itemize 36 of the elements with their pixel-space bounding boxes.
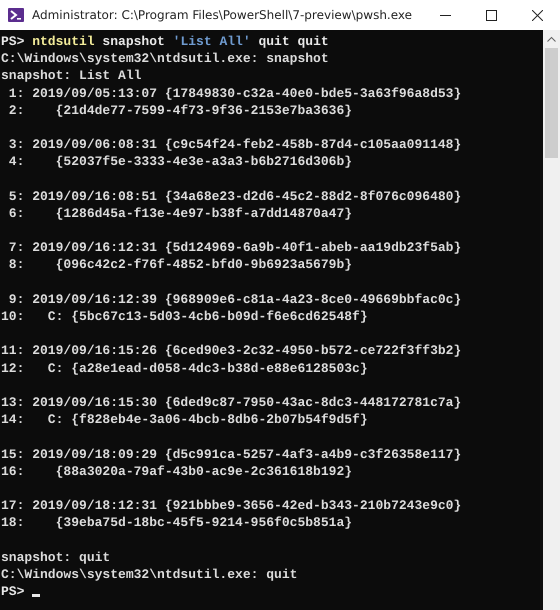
console-line: 13: 2019/09/16:15:30 {6ded9c87-7950-43ac-8dc3-448172781c7a} bbox=[1, 394, 462, 412]
console-line: snapshot: List All bbox=[1, 67, 142, 85]
app-icon bbox=[8, 7, 24, 23]
window-title: Administrator: C:\Program Files\PowerShell\7-preview\pwsh.exe bbox=[32, 7, 414, 24]
console-line: 10: C: {5bc67c13-5d03-4cb6-b09d-f6e6cd62548f} bbox=[1, 308, 368, 326]
string-argument: 'List All' bbox=[172, 33, 251, 50]
argument-text: quit bbox=[297, 33, 329, 50]
console-line: 12: C: {a28e1ead-d058-4dc3-b38d-e88e6128503c} bbox=[1, 360, 368, 377]
console-line: 16: {88a3020a-79af-43b0-ac9e-2c361618b192} bbox=[1, 462, 352, 480]
console-line: 9: 2019/09/16:12:39 {968909e6-c81a-4a23-8ce0-49669bbfac0c} bbox=[8, 290, 462, 308]
scrollbar-thumb[interactable] bbox=[545, 48, 558, 158]
console-line: 17: 2019/09/18:12:31 {921bbbe9-3656-42ed-b343-210b7243e9c0} bbox=[1, 497, 462, 514]
console-line: C:\Windows\system32\ntdsutil.exe: quit bbox=[1, 566, 298, 584]
console-line: snapshot: quit bbox=[1, 548, 110, 566]
console-line: 1: 2019/09/05:13:07 {17849830-c32a-40e0-bde5-3a63f96a8d53} bbox=[8, 84, 462, 102]
command-text: ntdsutil bbox=[32, 33, 95, 50]
console-line: 2: {21d4de77-7599-4f73-9f36-2153e7ba3636} bbox=[8, 102, 352, 119]
console-line: 4: {52037f5e-3333-4e3e-a3a3-b6b2716d306b} bbox=[8, 153, 352, 171]
caret-up-icon bbox=[547, 36, 556, 42]
console-line: 6: {1286d45a-f13e-4e97-b38f-a7dd14870a47} bbox=[8, 204, 352, 222]
console-line: 18: {39eba75d-18bc-45f5-9214-956f0c5b851a} bbox=[1, 514, 352, 532]
console-line: C:\Windows\system32\ntdsutil.exe: snapshot bbox=[1, 50, 329, 68]
console-line: 8: {096c42c2-f76f-4852-bfd0-9b6923a5679b} bbox=[8, 256, 352, 274]
argument-text: snapshot bbox=[102, 33, 165, 50]
prompt-text: PS> bbox=[1, 583, 24, 600]
console-line: 5: 2019/09/16:08:51 {34a68e23-d2d6-45c2-88d2-8f076c096480} bbox=[8, 188, 462, 205]
prompt-text: PS> bbox=[1, 33, 24, 50]
argument-text: quit bbox=[258, 33, 290, 50]
console-line: 14: C: {f828eb4e-3a06-4bcb-8db6-2b07b54f9d5f} bbox=[1, 411, 368, 428]
text-cursor bbox=[32, 594, 40, 597]
maximize-icon bbox=[486, 10, 496, 20]
console-line: 3: 2019/09/06:08:31 {c9c54f24-feb2-458b-87d4-c105aa091148} bbox=[8, 136, 462, 154]
close-icon bbox=[532, 10, 542, 20]
console-line: 11: 2019/09/16:15:26 {6ced90e3-2c32-4950-b572-ce722f3ff3b2} bbox=[1, 342, 462, 360]
console-line: 7: 2019/09/16:12:31 {5d124969-6a9b-40f1-abeb-aa19db23f5ab} bbox=[8, 239, 462, 256]
console-line: 15: 2019/09/18:09:29 {d5c991ca-5257-4af3-a4b9-c3f26358e117} bbox=[1, 446, 462, 463]
